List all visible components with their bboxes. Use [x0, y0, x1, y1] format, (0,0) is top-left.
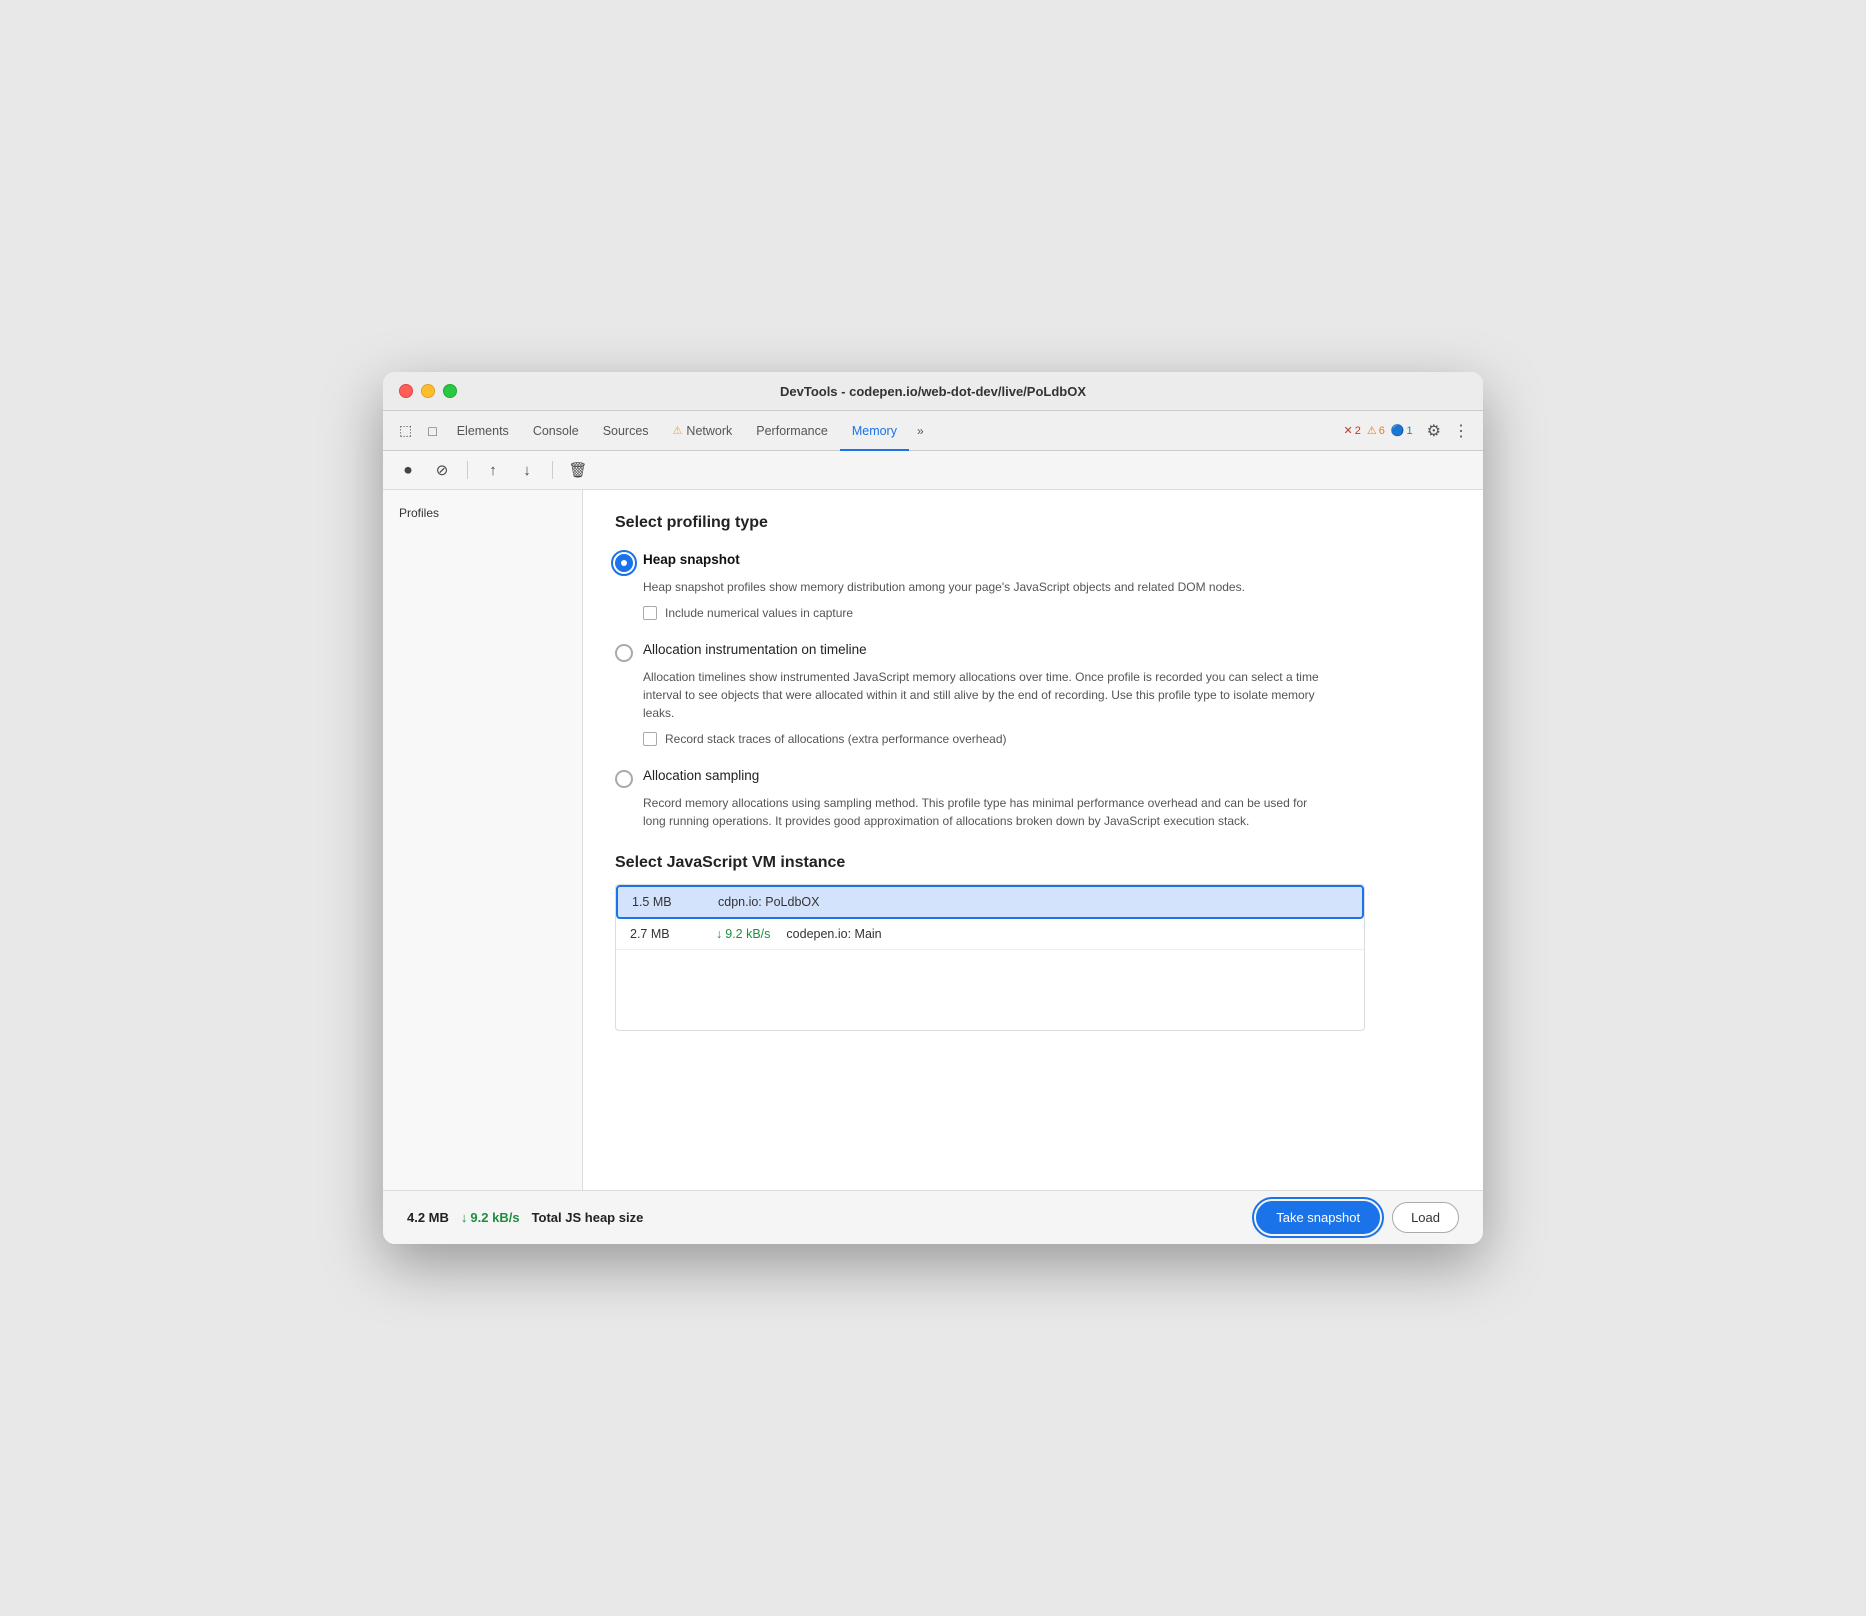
numerical-values-label: Include numerical values in capture — [665, 606, 853, 620]
heap-snapshot-radio[interactable] — [615, 554, 633, 572]
heap-snapshot-checkbox-row[interactable]: Include numerical values in capture — [643, 606, 1451, 620]
allocation-sampling-row[interactable]: Allocation sampling — [615, 768, 1451, 788]
vm-instance-table: 1.5 MB cdpn.io: PoLdbOX 2.7 MB ↓ 9.2 kB/… — [615, 884, 1365, 1031]
radio-unchecked-2 — [615, 770, 633, 788]
heap-snapshot-option: Heap snapshot Heap snapshot profiles sho… — [615, 552, 1451, 620]
vm-row-codepen[interactable]: 2.7 MB ↓ 9.2 kB/s codepen.io: Main — [616, 919, 1364, 950]
heap-snapshot-label: Heap snapshot — [643, 552, 740, 567]
more-tabs-button[interactable]: » — [909, 424, 932, 438]
stack-traces-checkbox-row[interactable]: Record stack traces of allocations (extr… — [643, 732, 1451, 746]
window-title: DevTools - codepen.io/web-dot-dev/live/P… — [780, 384, 1086, 399]
tabbar: ⬚ □ Elements Console Sources ⚠ Network P… — [383, 411, 1483, 451]
toolbar-separator — [467, 461, 468, 479]
toolbar-separator-2 — [552, 461, 553, 479]
content-panel: Select profiling type Heap snapshot Heap… — [583, 490, 1483, 1190]
record-button[interactable]: ⏺ — [395, 457, 421, 483]
total-label: Total JS heap size — [532, 1210, 644, 1225]
allocation-instrumentation-row[interactable]: Allocation instrumentation on timeline — [615, 642, 1451, 662]
vm-transfer-2: ↓ 9.2 kB/s — [716, 927, 770, 941]
stack-traces-label: Record stack traces of allocations (extr… — [665, 732, 1007, 746]
download-button[interactable]: ↓ — [514, 457, 540, 483]
tab-performance[interactable]: Performance — [744, 411, 840, 451]
main-layout: Profiles Select profiling type Heap snap… — [383, 490, 1483, 1190]
radio-unchecked — [615, 644, 633, 662]
vm-size-2: 2.7 MB — [630, 927, 700, 941]
warning-badge[interactable]: ⚠ 6 — [1367, 424, 1385, 437]
allocation-sampling-label: Allocation sampling — [643, 768, 759, 783]
radio-ring — [611, 550, 637, 576]
sidebar: Profiles — [383, 490, 583, 1190]
error-badges: ✕ 2 ⚠ 6 🔵 1 — [1335, 424, 1420, 437]
vm-size-1: 1.5 MB — [632, 895, 702, 909]
info-badge[interactable]: 🔵 1 — [1391, 424, 1413, 437]
error-badge[interactable]: ✕ 2 — [1343, 424, 1360, 437]
settings-icon[interactable]: ⚙ — [1421, 421, 1447, 441]
numerical-values-checkbox[interactable] — [643, 606, 657, 620]
minimize-button[interactable] — [421, 384, 435, 398]
warning-count-icon: ⚠ — [1367, 424, 1377, 437]
clear-button[interactable]: 🗑 — [565, 457, 591, 483]
error-icon: ✕ — [1343, 424, 1352, 437]
vm-section-title: Select JavaScript VM instance — [615, 854, 1451, 872]
allocation-sampling-option: Allocation sampling Record memory alloca… — [615, 768, 1451, 830]
maximize-button[interactable] — [443, 384, 457, 398]
upload-button[interactable]: ↑ — [480, 457, 506, 483]
allocation-sampling-radio[interactable] — [615, 770, 633, 788]
download-arrow-icon: ↓ — [716, 927, 722, 941]
vm-name-2: codepen.io: Main — [786, 927, 881, 941]
load-button[interactable]: Load — [1392, 1202, 1459, 1233]
inspector-icon[interactable]: ⬚ — [391, 411, 420, 451]
heap-snapshot-row[interactable]: Heap snapshot — [615, 552, 1451, 572]
traffic-lights — [399, 384, 457, 398]
close-button[interactable] — [399, 384, 413, 398]
profiling-section-title: Select profiling type — [615, 514, 1451, 532]
allocation-instrumentation-option: Allocation instrumentation on timeline A… — [615, 642, 1451, 746]
titlebar: DevTools - codepen.io/web-dot-dev/live/P… — [383, 372, 1483, 411]
total-download-icon: ↓ — [461, 1210, 468, 1225]
info-icon: 🔵 — [1391, 424, 1405, 437]
more-options-icon[interactable]: ⋮ — [1447, 421, 1475, 441]
devtools-window: DevTools - codepen.io/web-dot-dev/live/P… — [383, 372, 1483, 1244]
stack-traces-checkbox[interactable] — [643, 732, 657, 746]
tab-sources[interactable]: Sources — [591, 411, 661, 451]
allocation-sampling-desc: Record memory allocations using sampling… — [643, 794, 1323, 830]
total-transfer: ↓ 9.2 kB/s — [461, 1210, 520, 1225]
allocation-instrumentation-label: Allocation instrumentation on timeline — [643, 642, 867, 657]
vm-empty-area — [616, 950, 1364, 1030]
vm-name-1: cdpn.io: PoLdbOX — [718, 895, 819, 909]
tab-memory[interactable]: Memory — [840, 411, 909, 451]
take-snapshot-button[interactable]: Take snapshot — [1256, 1201, 1380, 1234]
allocation-instrumentation-desc: Allocation timelines show instrumented J… — [643, 668, 1323, 722]
vm-row-cdpn[interactable]: 1.5 MB cdpn.io: PoLdbOX — [616, 885, 1364, 919]
allocation-instrumentation-radio[interactable] — [615, 644, 633, 662]
tab-elements[interactable]: Elements — [445, 411, 521, 451]
total-size: 4.2 MB — [407, 1210, 449, 1225]
tab-console[interactable]: Console — [521, 411, 591, 451]
stop-button[interactable]: ⊘ — [429, 457, 455, 483]
tab-network[interactable]: ⚠ Network — [661, 411, 745, 451]
heap-snapshot-desc: Heap snapshot profiles show memory distr… — [643, 578, 1323, 596]
memory-toolbar: ⏺ ⊘ ↑ ↓ 🗑 — [383, 451, 1483, 490]
profiles-label: Profiles — [383, 500, 582, 526]
device-icon[interactable]: □ — [420, 411, 444, 451]
warning-icon: ⚠ — [673, 424, 683, 437]
bottom-bar: 4.2 MB ↓ 9.2 kB/s Total JS heap size Tak… — [383, 1190, 1483, 1244]
